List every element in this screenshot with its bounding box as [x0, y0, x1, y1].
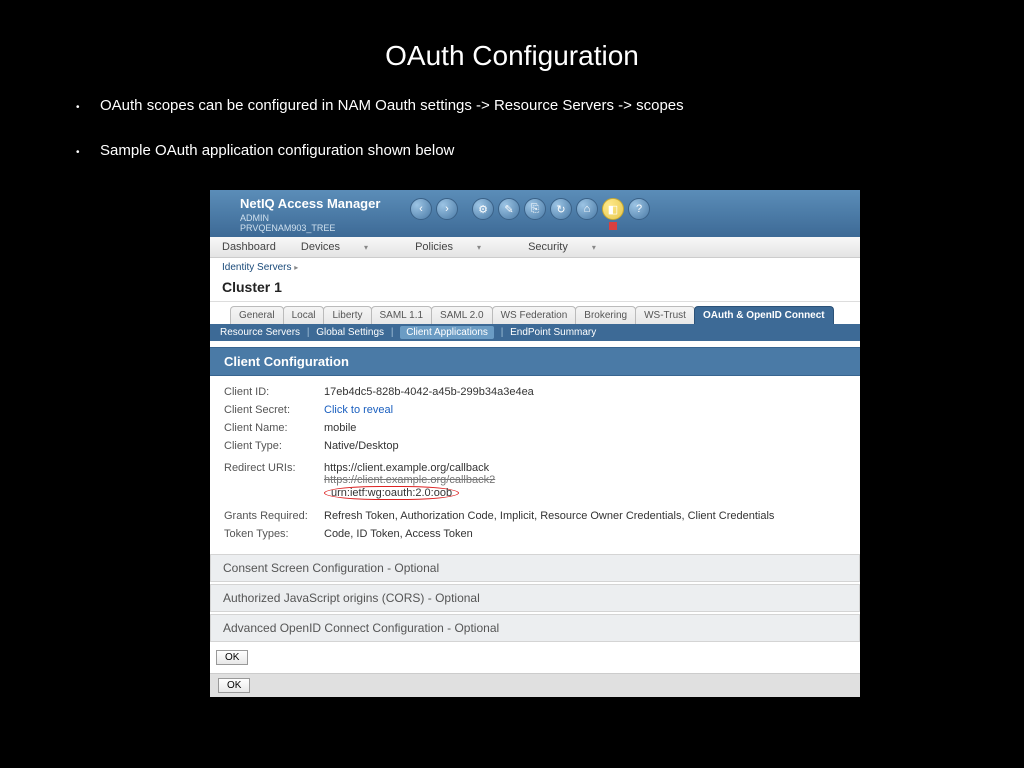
- bullet-2: Sample OAuth application configuration s…: [100, 142, 964, 159]
- grants-value: Refresh Token, Authorization Code, Impli…: [324, 510, 846, 522]
- subtab-row: Resource Servers | Global Settings | Cli…: [210, 324, 860, 341]
- accordion-cors[interactable]: Authorized JavaScript origins (CORS) - O…: [210, 584, 860, 612]
- chevron-right-icon: ▸: [294, 263, 298, 272]
- menu-security[interactable]: Security▾: [528, 241, 618, 253]
- client-id-value: 17eb4dc5-828b-4042-a45b-299b34a3e4ea: [324, 386, 846, 398]
- ok-button[interactable]: OK: [216, 650, 248, 665]
- bullet-list: OAuth scopes can be configured in NAM Oa…: [0, 72, 1024, 197]
- redirect-uri-3-highlighted: urn:ietf:wg:oauth:2.0:oob: [324, 486, 459, 500]
- alert-icon[interactable]: ◧: [602, 198, 624, 220]
- tokens-value: Code, ID Token, Access Token: [324, 528, 846, 540]
- tool-icon-2[interactable]: ✎: [498, 198, 520, 220]
- tab-row: General Local Liberty SAML 1.1 SAML 2.0 …: [210, 306, 860, 324]
- redirect-uris-values: https://client.example.org/callback http…: [324, 462, 846, 500]
- alert-flag-icon: [609, 222, 617, 230]
- tool-icon-4[interactable]: ↻: [550, 198, 572, 220]
- admin-label: ADMIN: [240, 213, 410, 223]
- chevron-down-icon: ▾: [364, 243, 368, 252]
- bullet-1: OAuth scopes can be configured in NAM Oa…: [100, 97, 964, 114]
- subtab-client-apps[interactable]: Client Applications: [400, 326, 494, 339]
- tokens-label: Token Types:: [224, 528, 324, 540]
- grants-label: Grants Required:: [224, 510, 324, 522]
- tab-liberty[interactable]: Liberty: [323, 306, 371, 324]
- client-config-fields: Client ID:17eb4dc5-828b-4042-a45b-299b34…: [210, 376, 860, 552]
- tab-wsfed[interactable]: WS Federation: [492, 306, 577, 324]
- redirect-uri-1: https://client.example.org/callback: [324, 462, 846, 474]
- redirect-uri-2: https://client.example.org/callback2: [324, 474, 846, 486]
- brand-title: NetIQ Access Manager: [240, 196, 410, 211]
- subtab-endpoint-summary[interactable]: EndPoint Summary: [510, 327, 596, 338]
- client-id-label: Client ID:: [224, 386, 324, 398]
- tree-label: PRVQENAM903_TREE: [240, 223, 410, 233]
- accordion-openid[interactable]: Advanced OpenID Connect Configuration - …: [210, 614, 860, 642]
- menu-devices[interactable]: Devices▾: [301, 241, 390, 253]
- app-header: NetIQ Access Manager ADMIN PRVQENAM903_T…: [210, 190, 860, 237]
- tool-icon-1[interactable]: ⚙: [472, 198, 494, 220]
- tab-brokering[interactable]: Brokering: [575, 306, 636, 324]
- breadcrumb[interactable]: Identity Servers ▸: [210, 258, 860, 277]
- menu-policies[interactable]: Policies▾: [415, 241, 503, 253]
- tool-icon-3[interactable]: ⎘: [524, 198, 546, 220]
- accordion-consent[interactable]: Consent Screen Configuration - Optional: [210, 554, 860, 582]
- chevron-down-icon: ▾: [477, 243, 481, 252]
- menu-dashboard[interactable]: Dashboard: [222, 241, 276, 253]
- panel-title: Client Configuration: [210, 347, 860, 376]
- client-type-label: Client Type:: [224, 440, 324, 452]
- tab-local[interactable]: Local: [283, 306, 325, 324]
- menubar: Dashboard Devices▾ Policies▾ Security▾: [210, 237, 860, 258]
- slide-title: OAuth Configuration: [0, 0, 1024, 72]
- client-secret-label: Client Secret:: [224, 404, 324, 416]
- tab-oauth[interactable]: OAuth & OpenID Connect: [694, 306, 834, 324]
- client-secret-reveal[interactable]: Click to reveal: [324, 404, 846, 416]
- nav-back-icon[interactable]: ‹: [410, 198, 432, 220]
- header-icon-row: ‹ › ⚙ ✎ ⎘ ↻ ⌂ ◧ ?: [410, 196, 650, 230]
- chevron-down-icon: ▾: [592, 243, 596, 252]
- subtab-global-settings[interactable]: Global Settings: [316, 327, 384, 338]
- client-type-value: Native/Desktop: [324, 440, 846, 452]
- tab-saml20[interactable]: SAML 2.0: [431, 306, 493, 324]
- tab-wstrust[interactable]: WS-Trust: [635, 306, 695, 324]
- tab-general[interactable]: General: [230, 306, 284, 324]
- subtab-resource-servers[interactable]: Resource Servers: [220, 327, 300, 338]
- help-icon[interactable]: ?: [628, 198, 650, 220]
- app-window: NetIQ Access Manager ADMIN PRVQENAM903_T…: [210, 190, 860, 697]
- client-name-label: Client Name:: [224, 422, 324, 434]
- nav-fwd-icon[interactable]: ›: [436, 198, 458, 220]
- tab-saml11[interactable]: SAML 1.1: [371, 306, 433, 324]
- cluster-title: Cluster 1: [210, 277, 860, 302]
- tool-icon-5[interactable]: ⌂: [576, 198, 598, 220]
- client-name-value: mobile: [324, 422, 846, 434]
- redirect-uris-label: Redirect URIs:: [224, 462, 324, 474]
- footer-ok-button[interactable]: OK: [218, 678, 250, 693]
